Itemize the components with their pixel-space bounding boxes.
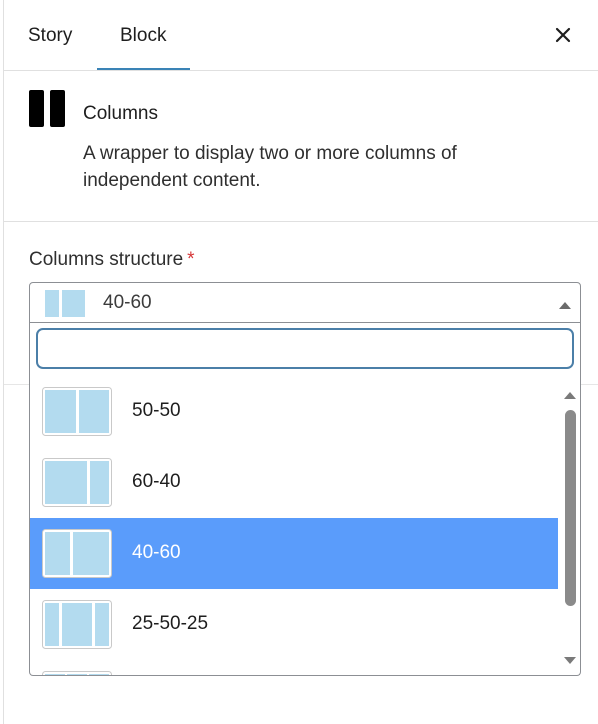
columns-structure-select[interactable]: 40-60 (29, 282, 581, 323)
settings-sidebar: Story Block Columns A wrapper to display… (3, 0, 598, 724)
search-input[interactable] (36, 328, 574, 369)
option-40-60[interactable]: 40-60 (30, 518, 558, 589)
columns-icon (29, 90, 65, 127)
layout-50-50-icon (42, 387, 112, 436)
block-title: Columns (83, 103, 158, 124)
layout-40-60-icon (42, 529, 112, 578)
close-icon[interactable] (550, 22, 576, 48)
options-list: 50-50 60-40 40-60 25-50-25 (30, 376, 558, 675)
option-label: 60-40 (132, 471, 181, 492)
sidebar-tabs: Story Block (4, 0, 598, 71)
option-25-50-25[interactable]: 25-50-25 (30, 589, 558, 660)
block-description: A wrapper to display two or more columns… (83, 143, 457, 191)
option-partial[interactable] (30, 660, 558, 675)
layout-40-60-icon (45, 290, 85, 317)
tab-story[interactable]: Story (28, 0, 72, 71)
block-card: Columns A wrapper to display two or more… (4, 71, 598, 222)
active-tab-indicator (97, 68, 190, 70)
select-dropdown: 50-50 60-40 40-60 25-50-25 (29, 323, 581, 676)
layout-thumbnail-icon (42, 671, 112, 675)
scroll-thumb[interactable] (565, 410, 576, 606)
layout-25-50-25-icon (42, 600, 112, 649)
scroll-up-arrow-icon[interactable] (563, 387, 577, 399)
option-label: 25-50-25 (132, 613, 209, 634)
selected-value: 40-60 (103, 292, 152, 313)
option-label: 40-60 (132, 542, 181, 563)
tab-block[interactable]: Block (120, 0, 166, 71)
dropdown-scrollbar[interactable] (558, 376, 580, 675)
required-indicator: * (187, 249, 195, 270)
option-50-50[interactable]: 50-50 (30, 376, 558, 447)
field-label-text: Columns structure (29, 249, 184, 270)
columns-structure-label: Columns structure * (29, 249, 195, 271)
option-60-40[interactable]: 60-40 (30, 447, 558, 518)
scroll-down-arrow-icon[interactable] (563, 653, 577, 664)
chevron-up-icon (558, 297, 572, 309)
layout-60-40-icon (42, 458, 112, 507)
option-label: 50-50 (132, 400, 181, 421)
